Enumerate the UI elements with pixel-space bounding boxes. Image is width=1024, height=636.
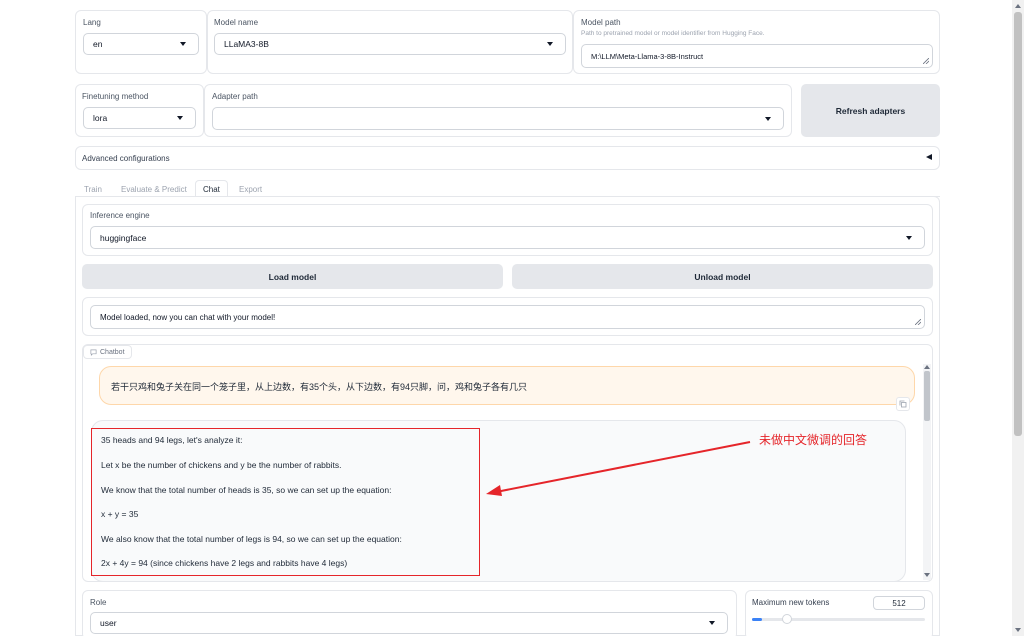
scroll-up-icon[interactable]	[924, 365, 930, 369]
refresh-adapters-button[interactable]: Refresh adapters	[801, 84, 940, 137]
bot-message-line: 35 heads and 94 legs, let's analyze it:	[101, 435, 243, 445]
model-name-select[interactable]: LLaMA3-8B	[214, 33, 566, 55]
annotation-arrow	[486, 441, 751, 496]
unload-model-button[interactable]: Unload model	[512, 264, 933, 289]
load-model-button[interactable]: Load model	[82, 264, 503, 289]
role-select[interactable]: user	[90, 612, 728, 634]
chevron-down-icon	[709, 621, 715, 625]
highlight-box	[91, 428, 480, 576]
lang-select[interactable]: en	[83, 33, 199, 55]
chatbot-label-badge: Chatbot	[83, 345, 132, 359]
inference-engine-value: huggingface	[100, 232, 147, 243]
finetune-method-select[interactable]: lora	[83, 107, 196, 129]
tab-evaluate-predict[interactable]: Evaluate & Predict	[121, 185, 187, 194]
model-path-hint: Path to pretrained model or model identi…	[581, 30, 765, 37]
bot-message-line: Let x be the number of chickens and y be…	[101, 460, 342, 470]
scroll-down-icon[interactable]	[924, 573, 930, 577]
advanced-configurations-label: Advanced configurations	[82, 154, 170, 163]
chevron-down-icon	[906, 235, 912, 240]
max-tokens-input[interactable]: 512	[873, 596, 925, 610]
lang-label: Lang	[83, 18, 101, 27]
role-value: user	[100, 618, 117, 628]
chat-scrollbar-thumb[interactable]	[924, 371, 930, 421]
adapter-path-label: Adapter path	[212, 92, 258, 101]
chevron-down-icon	[180, 42, 186, 46]
tab-export[interactable]: Export	[239, 185, 262, 194]
chevron-down-icon	[765, 116, 771, 121]
max-tokens-slider-fill	[752, 618, 763, 621]
inference-engine-select[interactable]: huggingface	[90, 226, 925, 249]
status-textbox[interactable]: Model loaded, now you can chat with your…	[90, 305, 925, 329]
page-scrollbar-thumb[interactable]	[1014, 12, 1022, 436]
scroll-down-icon[interactable]	[1015, 628, 1021, 632]
inference-engine-label: Inference engine	[90, 211, 150, 220]
copy-icon	[899, 400, 907, 408]
lang-value: en	[93, 39, 103, 49]
model-path-input[interactable]: M:\LLM\Meta-Llama-3-8B-Instruct	[581, 44, 933, 68]
chevron-down-icon	[177, 116, 183, 120]
model-name-value: LLaMA3-8B	[224, 39, 269, 49]
max-tokens-slider-track[interactable]	[752, 618, 925, 621]
scroll-up-icon[interactable]	[1015, 4, 1021, 8]
user-message-text: 若干只鸡和兔子关在同一个笼子里，从上边数，有35个头，从下边数，有94只脚，问，…	[111, 382, 528, 392]
chat-bubble-icon	[90, 349, 97, 356]
model-name-label: Model name	[214, 18, 259, 27]
chevron-down-icon	[547, 42, 553, 46]
role-label: Role	[90, 598, 107, 607]
resize-handle-icon[interactable]	[923, 58, 929, 64]
finetune-method-label: Finetuning method	[82, 92, 149, 101]
chatbot-label: Chatbot	[100, 348, 125, 356]
max-tokens-label: Maximum new tokens	[752, 598, 830, 607]
max-tokens-value: 512	[892, 598, 906, 608]
resize-handle-icon[interactable]	[915, 319, 921, 325]
copy-button[interactable]	[896, 397, 910, 411]
model-path-value: M:\LLM\Meta-Llama-3-8B-Instruct	[591, 51, 704, 61]
collapse-triangle-icon[interactable]	[926, 154, 932, 160]
tab-train[interactable]: Train	[84, 185, 102, 194]
advanced-configurations[interactable]	[75, 146, 940, 170]
finetune-method-value: lora	[93, 113, 108, 123]
bot-message-line: We know that the total number of heads i…	[101, 485, 392, 495]
bot-message-line: 2x + 4y = 94 (since chickens have 2 legs…	[101, 558, 348, 568]
adapter-path-select[interactable]	[212, 107, 784, 130]
bot-message-line: x + y = 35	[101, 509, 139, 519]
model-path-label: Model path	[581, 18, 621, 27]
status-text: Model loaded, now you can chat with your…	[100, 312, 276, 322]
bot-message-line: We also know that the total number of le…	[101, 534, 402, 544]
annotation-text: 未做中文微调的回答	[759, 433, 868, 447]
